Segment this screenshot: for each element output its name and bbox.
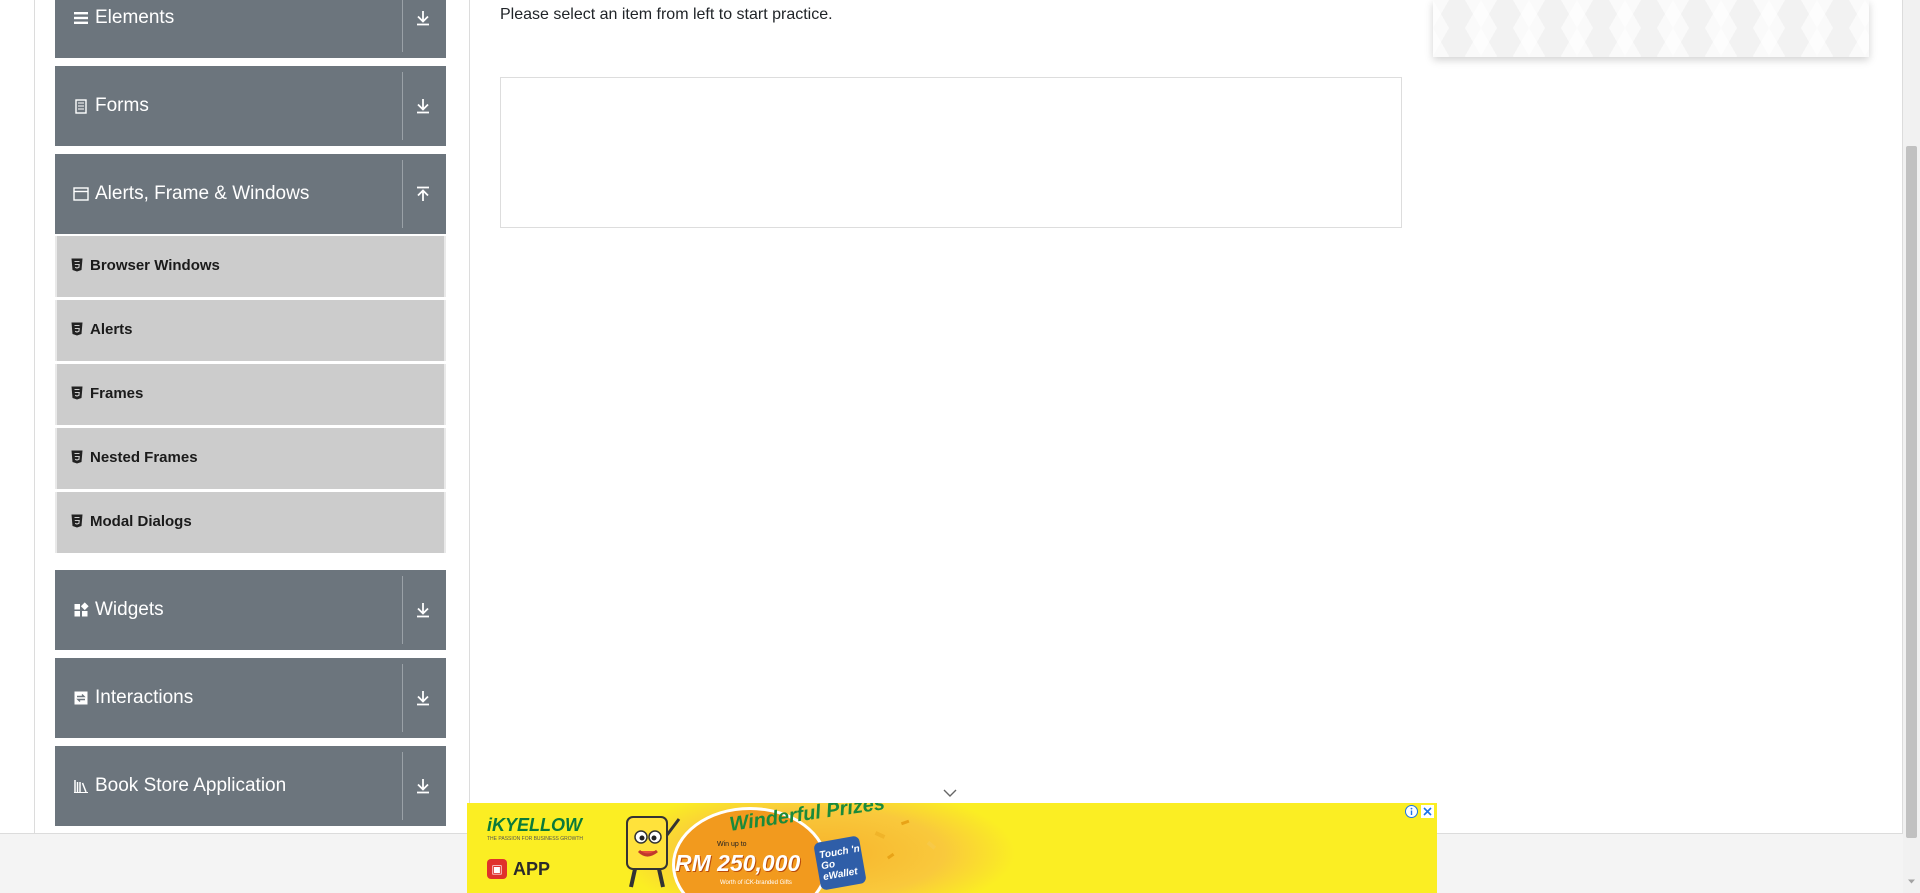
ad-prize-amount: RM 250,000: [675, 850, 801, 876]
group-label: Widgets: [95, 599, 164, 620]
menu-item-browser-windows[interactable]: Browser Windows: [55, 236, 446, 297]
practice-instructions: Please select an item from left to start…: [500, 6, 833, 23]
ad-info-icon[interactable]: [1405, 805, 1418, 818]
group-divider: [402, 752, 403, 820]
alerts-frame-windows-menu: Browser Windows Alerts Frames Nested Fra…: [55, 236, 446, 556]
ad-subheadline: Win up to: [717, 841, 747, 848]
group-divider: [402, 72, 403, 140]
page-scrollbar[interactable]: [1903, 0, 1920, 893]
chevron-down-icon[interactable]: [942, 787, 958, 799]
download-arrow-icon[interactable]: [413, 688, 433, 708]
upload-arrow-icon[interactable]: [413, 184, 433, 204]
interactions-icon: [74, 691, 88, 705]
confetti-decoration: [874, 819, 937, 860]
scrollbar-thumb[interactable]: [1906, 146, 1917, 838]
menu-item-alerts[interactable]: Alerts: [55, 300, 446, 361]
books-icon: [74, 780, 88, 793]
html5-icon: [71, 450, 83, 464]
widgets-icon: [74, 602, 89, 617]
download-arrow-icon[interactable]: [413, 776, 433, 796]
menu-item-label: Alerts: [90, 321, 133, 338]
group-divider: [402, 576, 403, 644]
menu-item-label: Modal Dialogs: [90, 513, 192, 530]
side-ad-banner[interactable]: [1433, 0, 1869, 57]
group-divider: [402, 160, 403, 228]
window-icon: [73, 187, 89, 201]
group-header-interactions[interactable]: Interactions: [55, 658, 446, 738]
scroll-down-arrow-icon[interactable]: [1907, 877, 1916, 886]
menu-item-label: Frames: [90, 385, 144, 402]
close-icon[interactable]: [1421, 805, 1434, 818]
group-header-alerts-frame-windows[interactable]: Alerts, Frame & Windows: [55, 154, 446, 234]
ad-app-label: APP: [513, 859, 551, 879]
app-icon: ▣: [487, 859, 507, 879]
mascot-icon: [626, 816, 681, 888]
ad-brand-tagline: THE PASSION FOR BUSINESS GROWTH: [487, 836, 584, 842]
group-label: Forms: [95, 95, 149, 116]
html5-icon: [71, 514, 83, 528]
ewallet-label: Touch 'n Go eWallet: [818, 843, 861, 884]
group-divider: [402, 664, 403, 732]
download-arrow-icon[interactable]: [413, 8, 433, 28]
menu-item-frames[interactable]: Frames: [55, 364, 446, 425]
html5-icon: [71, 258, 83, 272]
menu-item-nested-frames[interactable]: Nested Frames: [55, 428, 446, 489]
group-header-widgets[interactable]: Widgets: [55, 570, 446, 650]
menu-item-label: Browser Windows: [90, 257, 220, 274]
group-label: Interactions: [95, 687, 194, 708]
group-header-elements[interactable]: Elements: [55, 0, 446, 58]
ad-fine-print: Worth of iCK-branded Gifts: [720, 880, 792, 886]
practice-output-box: [500, 77, 1402, 228]
content-left-border: [34, 0, 35, 834]
group-divider: [402, 0, 403, 52]
menu-item-label: Nested Frames: [90, 449, 198, 466]
menu-item-modal-dialogs[interactable]: Modal Dialogs: [55, 492, 446, 553]
download-arrow-icon[interactable]: [413, 96, 433, 116]
document-icon: [75, 99, 87, 114]
download-arrow-icon[interactable]: [413, 600, 433, 620]
html5-icon: [71, 322, 83, 336]
group-label: Book Store Application: [95, 775, 287, 796]
hamburger-icon: [74, 12, 88, 24]
group-label: Elements: [95, 7, 175, 28]
ewallet-logo: Touch 'n Go eWallet: [813, 835, 867, 891]
group-label: Alerts, Frame & Windows: [95, 183, 310, 204]
sidebar-right-border: [469, 0, 470, 834]
html5-icon: [71, 386, 83, 400]
ad-brand-logo: iKYELLOW: [487, 815, 582, 835]
bottom-ad-banner[interactable]: iKYELLOW THE PASSION FOR BUSINESS GROWTH…: [467, 803, 1437, 893]
group-header-book-store-application[interactable]: Book Store Application: [55, 746, 446, 826]
group-header-forms[interactable]: Forms: [55, 66, 446, 146]
